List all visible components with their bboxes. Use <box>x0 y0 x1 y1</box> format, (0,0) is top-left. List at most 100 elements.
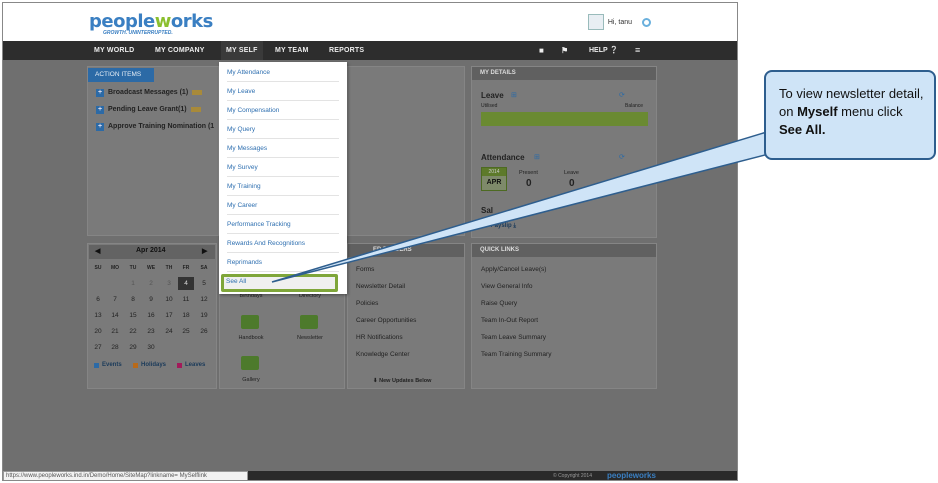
logo-part: orks <box>170 11 213 32</box>
calendar-day[interactable]: 30 <box>143 344 159 351</box>
peopleworks-logo[interactable]: peopleworks GROWTH. UNINTERRUPTED. <box>89 11 213 36</box>
menu-item[interactable]: My Messages <box>227 139 339 158</box>
menu-item[interactable]: Performance Tracking <box>227 215 339 234</box>
leave-title: Leave <box>481 91 504 100</box>
see-all-link[interactable]: See All <box>226 278 246 285</box>
greeting: Hi, tanu <box>607 18 632 26</box>
help-label: HELP <box>589 47 608 54</box>
new-updates-link[interactable]: ⬇ New Updates Below <box>373 378 431 384</box>
calendar-day[interactable]: 16 <box>143 312 159 319</box>
menu-item[interactable]: My Leave <box>227 82 339 101</box>
calendar-day[interactable]: 21 <box>107 328 123 335</box>
next-month-icon[interactable]: ▶ <box>202 247 207 255</box>
legend-swatch <box>177 362 182 368</box>
my-details-title: MY DETAILS <box>472 67 656 80</box>
calendar-day[interactable]: 4 <box>178 277 194 290</box>
calendar-day[interactable]: 28 <box>107 344 123 351</box>
attendance-add-icon[interactable]: ⊞ <box>534 153 540 161</box>
calendar-day[interactable]: 17 <box>161 312 177 319</box>
folders-panel <box>347 243 465 389</box>
avatar[interactable] <box>587 14 604 30</box>
menu-item[interactable]: My Attendance <box>227 63 339 82</box>
menu-item[interactable]: My Survey <box>227 158 339 177</box>
calendar-day[interactable]: 26 <box>196 328 212 335</box>
calendar-day[interactable]: 24 <box>161 328 177 335</box>
calendar-day[interactable]: 9 <box>143 296 159 303</box>
calendar-dow: SU <box>94 265 102 271</box>
folder-link[interactable]: Career Opportunities <box>356 317 416 324</box>
menu-item[interactable]: Reprimands <box>227 253 339 272</box>
legend-label: Events <box>102 362 122 368</box>
calendar-day[interactable]: 14 <box>107 312 123 319</box>
action-row-leave-grant[interactable]: + Pending Leave Grant(1) <box>96 104 201 115</box>
calendar-day[interactable]: 2 <box>143 280 159 287</box>
menu-item[interactable]: My Training <box>227 177 339 196</box>
calendar-day[interactable]: 27 <box>90 344 106 351</box>
calendar-day[interactable]: 20 <box>90 328 106 335</box>
prev-month-icon[interactable]: ◀ <box>95 247 100 255</box>
folder-link[interactable]: HR Notifications <box>356 334 403 341</box>
nav-my-company[interactable]: MY COMPANY <box>150 41 210 60</box>
calendar-day[interactable]: 1 <box>125 280 141 287</box>
copyright: © Copyright 2014 <box>553 473 592 479</box>
quick-link[interactable]: Raise Query <box>481 300 517 307</box>
calendar-day[interactable]: 7 <box>107 296 123 303</box>
attendance-refresh-icon[interactable]: ⟳ <box>619 153 625 161</box>
menu-item[interactable]: My Compensation <box>227 101 339 120</box>
calendar-day[interactable]: 15 <box>125 312 141 319</box>
nav-my-self[interactable]: MY SELF <box>221 41 263 60</box>
calendar-day[interactable]: 3 <box>161 280 177 287</box>
nav-my-team[interactable]: MY TEAM <box>270 41 314 60</box>
tab-action-items[interactable]: ACTION ITEMS <box>88 68 154 82</box>
folder-link[interactable]: Policies <box>356 300 378 307</box>
quick-link[interactable]: Team Training Summary <box>481 351 551 358</box>
sidebar-toggle-icon[interactable]: ≡ <box>635 41 640 60</box>
calendar-day[interactable]: 23 <box>143 328 159 335</box>
calendar-dow: TU <box>129 265 137 271</box>
logo-part: pe <box>89 11 114 32</box>
quick-link[interactable]: Team Leave Summary <box>481 334 546 341</box>
menu-item[interactable]: Rewards And Recognitions <box>227 234 339 253</box>
flag-icon[interactable]: ⚑ <box>561 41 568 60</box>
shortcut-newsletter[interactable]: Newsletter <box>290 335 330 341</box>
calendar-day[interactable]: 22 <box>125 328 141 335</box>
handbook-icon[interactable] <box>241 315 259 329</box>
gear-icon[interactable] <box>642 17 651 27</box>
calendar-day[interactable]: 13 <box>90 312 106 319</box>
main-nav: MY WORLD MY COMPANY MY SELF MY TEAM REPO… <box>3 41 737 60</box>
calendar-day[interactable]: 29 <box>125 344 141 351</box>
action-row-training[interactable]: + Approve Training Nomination (1 <box>96 121 214 132</box>
quick-link[interactable]: Apply/Cancel Leave(s) <box>481 266 546 273</box>
newsletter-icon[interactable] <box>300 315 318 329</box>
calendar-day[interactable]: 25 <box>178 328 194 335</box>
leave-refresh-icon[interactable]: ⟳ <box>619 91 625 99</box>
folder-link[interactable]: Newsletter Detail <box>356 283 405 290</box>
calendar-dow: WE <box>146 265 156 271</box>
leave-add-icon[interactable]: ⊞ <box>511 91 517 99</box>
calendar-day[interactable]: 11 <box>178 296 194 303</box>
calendar-day[interactable]: 8 <box>125 296 141 303</box>
calendar-day[interactable]: 5 <box>196 280 212 287</box>
nav-reports[interactable]: REPORTS <box>324 41 369 60</box>
calendar-day[interactable]: 18 <box>178 312 194 319</box>
folder-link[interactable]: Knowledge Center <box>356 351 409 358</box>
menu-item[interactable]: My Career <box>227 196 339 215</box>
calendar-day[interactable]: 10 <box>161 296 177 303</box>
calendar-day[interactable]: 12 <box>196 296 212 303</box>
quick-link[interactable]: Team In-Out Report <box>481 317 538 324</box>
action-row-broadcast[interactable]: + Broadcast Messages (1) <box>96 87 203 98</box>
download-icon[interactable]: ⤓ <box>513 223 516 229</box>
menu-item[interactable]: My Query <box>227 120 339 139</box>
shortcut-gallery[interactable]: Gallery <box>231 377 271 383</box>
shortcut-handbook[interactable]: Handbook <box>231 335 271 341</box>
help-link[interactable]: HELP ❔ <box>589 41 618 60</box>
quick-link[interactable]: View General Info <box>481 283 533 290</box>
callout-text: menu click <box>837 104 903 119</box>
nav-my-world[interactable]: MY WORLD <box>89 41 139 60</box>
action-row-label: Pending Leave Grant(1) <box>108 106 187 113</box>
book-icon[interactable]: ■ <box>539 41 544 60</box>
calendar-day[interactable]: 19 <box>196 312 212 319</box>
folder-link[interactable]: Forms <box>356 266 374 273</box>
calendar-day[interactable]: 6 <box>90 296 106 303</box>
gallery-icon[interactable] <box>241 356 259 370</box>
